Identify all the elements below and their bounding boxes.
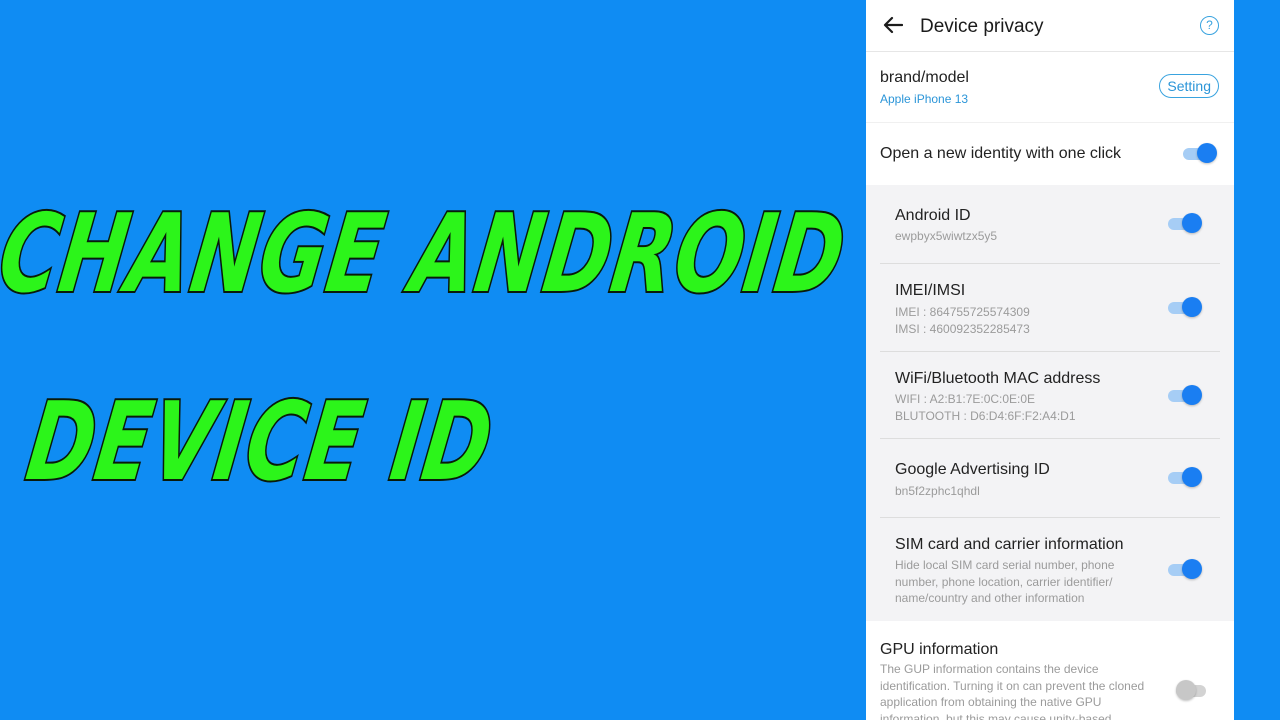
headline-line-1: CHANGE ANDROID	[0, 190, 855, 318]
mac-address-title: WiFi/Bluetooth MAC address	[895, 370, 1101, 387]
advertising-id-value: bn5f2zphc1qhdl	[895, 484, 980, 498]
list-item-advertising-id: Google Advertising ID bn5f2zphc1qhdl	[866, 439, 1234, 517]
one-click-identity-row: Open a new identity with one click	[866, 122, 1234, 185]
sim-carrier-desc-line-3: name/country and other information	[895, 591, 1085, 605]
gpu-information-title: GPU information	[880, 641, 999, 658]
one-click-identity-label: Open a new identity with one click	[880, 145, 1122, 162]
sim-carrier-desc-line-2: number, phone location, carrier identifi…	[895, 574, 1113, 589]
headline-line-2: DEVICE ID	[18, 378, 502, 506]
top-bar: Device privacy ?	[866, 0, 1234, 52]
arrow-left-icon	[883, 16, 903, 34]
sim-carrier-desc-line-1: Hide local SIM card serial number, phone	[895, 558, 1115, 572]
brand-model-label: brand/model	[880, 69, 969, 86]
imei-imsi-title: IMEI/IMSI	[895, 282, 966, 299]
list-item-mac-address: WiFi/Bluetooth MAC address WIFI : A2:B1:…	[866, 352, 1234, 438]
mac-address-toggle[interactable]	[1168, 385, 1202, 405]
setting-button[interactable]: Setting	[1159, 74, 1219, 98]
gpu-information-toggle[interactable]	[1176, 680, 1206, 700]
list-item-sim-carrier: SIM card and carrier information Hide lo…	[866, 518, 1234, 621]
wifi-mac-value: WIFI : A2:B1:7E:0C:0E:0E	[895, 392, 1036, 406]
help-icon[interactable]: ?	[1200, 16, 1219, 35]
imsi-value: IMSI : 460092352285473	[895, 322, 1030, 336]
imei-value: IMEI : 864755725574309	[895, 305, 1030, 319]
list-item-android-id: Android ID ewpbyx5wiwtzx5y5	[866, 185, 1234, 263]
identity-settings-list: Android ID ewpbyx5wiwtzx5y5 IMEI/IMSI IM…	[866, 185, 1234, 621]
one-click-identity-toggle[interactable]	[1183, 143, 1217, 163]
android-id-value: ewpbyx5wiwtzx5y5	[895, 229, 998, 243]
bluetooth-mac-value: BLUTOOTH : D6:D4:6F:F2:A4:D1	[895, 409, 1076, 423]
list-item-imei-imsi: IMEI/IMSI IMEI : 864755725574309 IMSI : …	[866, 264, 1234, 351]
brand-model-row: brand/model Apple iPhone 13 Setting	[866, 52, 1234, 122]
brand-model-value: Apple iPhone 13	[880, 92, 969, 106]
sim-carrier-toggle[interactable]	[1168, 559, 1202, 579]
advertising-id-toggle[interactable]	[1168, 467, 1202, 487]
imei-imsi-toggle[interactable]	[1168, 297, 1202, 317]
advertising-id-title: Google Advertising ID	[895, 461, 1050, 478]
sim-carrier-title: SIM card and carrier information	[895, 536, 1124, 553]
gpu-information-desc: The GUP information contains the device …	[880, 662, 1145, 720]
android-id-title: Android ID	[895, 207, 971, 224]
gpu-information-row: GPU information The GUP information cont…	[866, 621, 1234, 720]
android-id-toggle[interactable]	[1168, 213, 1202, 233]
page-title: Device privacy	[920, 16, 1044, 37]
back-button[interactable]	[880, 12, 906, 38]
device-privacy-screen: Device privacy ? brand/model Apple iPhon…	[866, 0, 1234, 720]
